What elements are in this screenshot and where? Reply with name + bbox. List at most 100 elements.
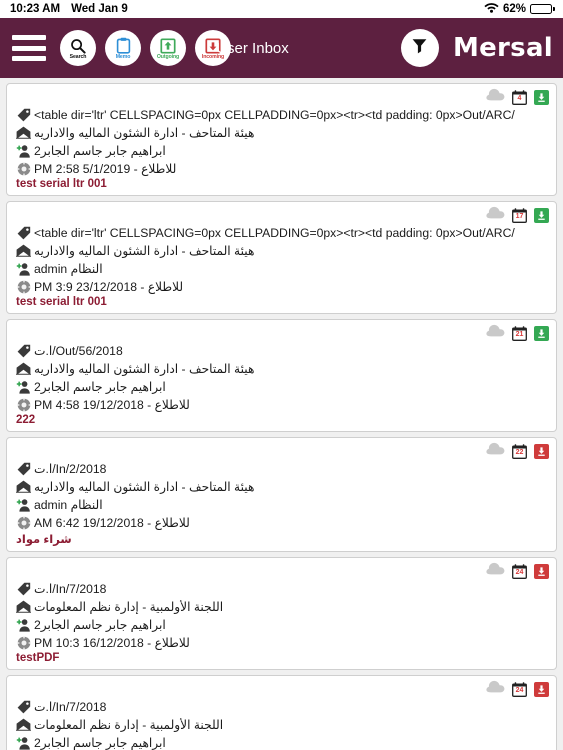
- battery-icon: [530, 4, 555, 14]
- cloud-icon[interactable]: [486, 324, 505, 342]
- item-reference-text: ا.ت/Out/56/2018: [34, 343, 123, 358]
- item-sender-text: هيئة المتاحف - ادارة الشئون الماليه والا…: [34, 361, 255, 376]
- item-status-text: للاطلاع - 19/12/2018 4:58 PM: [34, 397, 190, 412]
- item-row-reference: ا.ت/In/7/2018: [15, 580, 548, 597]
- item-sender-text: هيئة المتاحف - ادارة الشئون الماليه والا…: [34, 243, 255, 258]
- item-badges: 24: [486, 562, 549, 580]
- envelope-icon: [15, 480, 32, 493]
- memo-label: Memo: [115, 54, 131, 61]
- item-subject[interactable]: test serial ltr 001: [15, 178, 548, 190]
- item-subject[interactable]: شراء مواد: [15, 532, 548, 546]
- item-row-recipient: ابراهيم جابر جاسم الجابر2: [15, 378, 548, 395]
- status-date: Wed Jan 9: [71, 3, 128, 15]
- calendar-icon[interactable]: 22: [512, 443, 527, 459]
- envelope-icon: [15, 362, 32, 375]
- tag-icon: [15, 462, 32, 476]
- person-add-icon: [15, 736, 32, 750]
- item-subject[interactable]: test serial ltr 001: [15, 296, 548, 308]
- battery-percent: 62%: [502, 3, 526, 15]
- cloud-icon[interactable]: [486, 442, 505, 460]
- item-badges: 21: [486, 324, 549, 342]
- inbox-list[interactable]: 4 <table dir='ltr' CELLSPACING=0px CELLPA…: [0, 78, 563, 750]
- cloud-icon[interactable]: [486, 88, 505, 106]
- item-subject[interactable]: testPDF: [15, 652, 548, 664]
- app-brand: Mersal: [452, 33, 553, 63]
- item-badges: 24: [486, 680, 549, 698]
- direction-icon[interactable]: [534, 325, 549, 341]
- clock-icon: [15, 279, 32, 294]
- calendar-icon[interactable]: 4: [512, 89, 527, 105]
- calendar-icon[interactable]: 21: [512, 325, 527, 341]
- wifi-icon: [484, 2, 499, 16]
- item-status-text: للاطلاع - 23/12/2018 3:9 PM: [34, 279, 184, 294]
- item-row-sender: هيئة المتاحف - ادارة الشئون الماليه والا…: [15, 242, 548, 259]
- tag-icon: [15, 226, 32, 240]
- calendar-icon[interactable]: 24: [512, 563, 527, 579]
- item-sender-text: اللجنة الأولمبية - إدارة نظم المعلومات: [34, 599, 224, 614]
- inbox-item[interactable]: 4 <table dir='ltr' CELLSPACING=0px CELLPA…: [6, 83, 557, 196]
- item-row-recipient: ابراهيم جابر جاسم الجابر2: [15, 734, 548, 750]
- inbox-item[interactable]: 24 ا.ت/In/7/2018 اللجنة الأولمبية - إدارة …: [6, 675, 557, 750]
- item-reference-text: ا.ت/In/2/2018: [34, 461, 107, 476]
- item-status-text: للاطلاع - 19/12/2018 6:42 AM: [34, 515, 190, 530]
- app-header: Search Memo Outgoing Incoming User Inbox…: [0, 18, 563, 78]
- item-badges: 17: [486, 206, 549, 224]
- header-nav-icons: Search Memo Outgoing Incoming: [60, 30, 231, 66]
- item-row-status: للاطلاع - 23/12/2018 3:9 PM: [15, 278, 548, 295]
- person-add-icon: [15, 498, 32, 512]
- item-row-recipient: ابراهيم جابر جاسم الجابر2: [15, 616, 548, 633]
- direction-icon[interactable]: [534, 681, 549, 697]
- direction-icon[interactable]: [534, 563, 549, 579]
- item-row-sender: اللجنة الأولمبية - إدارة نظم المعلومات: [15, 598, 548, 615]
- item-fields: ا.ت/Out/56/2018 هيئة المتاحف - ادارة الشئ…: [15, 342, 548, 413]
- direction-icon[interactable]: [534, 89, 549, 105]
- item-row-recipient: النظام admin: [15, 260, 548, 277]
- item-recipient-text: ابراهيم جابر جاسم الجابر2: [34, 735, 166, 750]
- person-add-icon: [15, 618, 32, 632]
- direction-icon[interactable]: [534, 207, 549, 223]
- item-row-status: للاطلاع - 5/1/2019 2:58 PM: [15, 160, 548, 177]
- item-fields: ا.ت/In/7/2018 اللجنة الأولمبية - إدارة نظ…: [15, 580, 548, 651]
- envelope-icon: [15, 244, 32, 257]
- filter-button[interactable]: [400, 29, 439, 67]
- item-row-status: للاطلاع - 16/12/2018 10:3 PM: [15, 634, 548, 651]
- calendar-icon[interactable]: 24: [512, 681, 527, 697]
- direction-icon[interactable]: [534, 443, 549, 459]
- item-row-sender: هيئة المتاحف - ادارة الشئون الماليه والا…: [15, 124, 548, 141]
- item-row-recipient: النظام admin: [15, 496, 548, 513]
- memo-button[interactable]: Memo: [105, 30, 141, 66]
- item-row-reference: ا.ت/In/7/2018: [15, 698, 548, 715]
- clock-icon: [15, 397, 32, 412]
- envelope-icon: [15, 718, 32, 731]
- item-reference-text: ا.ت/In/7/2018: [34, 699, 107, 714]
- tag-icon: [15, 344, 32, 358]
- tag-icon: [15, 582, 32, 596]
- hamburger-menu-icon[interactable]: [12, 35, 46, 61]
- outgoing-button[interactable]: Outgoing: [150, 30, 186, 66]
- status-bar: 10:23 AM Wed Jan 9 62%: [0, 0, 563, 18]
- item-sender-text: هيئة المتاحف - ادارة الشئون الماليه والا…: [34, 479, 255, 494]
- inbox-item[interactable]: 17 <table dir='ltr' CELLSPACING=0px CELLP…: [6, 201, 557, 314]
- cloud-icon[interactable]: [486, 680, 505, 698]
- item-row-status: للاطلاع - 19/12/2018 6:42 AM: [15, 514, 548, 531]
- inbox-item[interactable]: 22 ا.ت/In/2/2018 هيئة المتاحف - ادارة الشئ…: [6, 437, 557, 552]
- item-fields: ا.ت/In/2/2018 هيئة المتاحف - ادارة الشئون…: [15, 460, 548, 531]
- item-reference-text: <table dir='ltr' CELLSPACING=0px CELLPAD…: [34, 107, 515, 122]
- outgoing-label: Outgoing: [156, 54, 180, 61]
- inbox-item[interactable]: 21 ا.ت/Out/56/2018 هيئة المتاحف - ادارة ال…: [6, 319, 557, 432]
- item-row-sender: هيئة المتاحف - ادارة الشئون الماليه والا…: [15, 360, 548, 377]
- calendar-icon[interactable]: 17: [512, 207, 527, 223]
- tag-icon: [15, 108, 32, 122]
- search-button[interactable]: Search: [60, 30, 96, 66]
- search-icon: [70, 37, 86, 54]
- cloud-icon[interactable]: [486, 562, 505, 580]
- item-fields: <table dir='ltr' CELLSPACING=0px CELLPAD…: [15, 224, 548, 295]
- item-fields: <table dir='ltr' CELLSPACING=0px CELLPAD…: [15, 106, 548, 177]
- cloud-icon[interactable]: [486, 206, 505, 224]
- item-subject[interactable]: 222: [15, 414, 548, 426]
- item-row-sender: هيئة المتاحف - ادارة الشئون الماليه والا…: [15, 478, 548, 495]
- inbox-item[interactable]: 24 ا.ت/In/7/2018 اللجنة الأولمبية - إدارة …: [6, 557, 557, 670]
- search-label: Search: [69, 54, 87, 61]
- item-status-text: للاطلاع - 16/12/2018 10:3 PM: [34, 635, 190, 650]
- incoming-button[interactable]: Incoming: [195, 30, 231, 66]
